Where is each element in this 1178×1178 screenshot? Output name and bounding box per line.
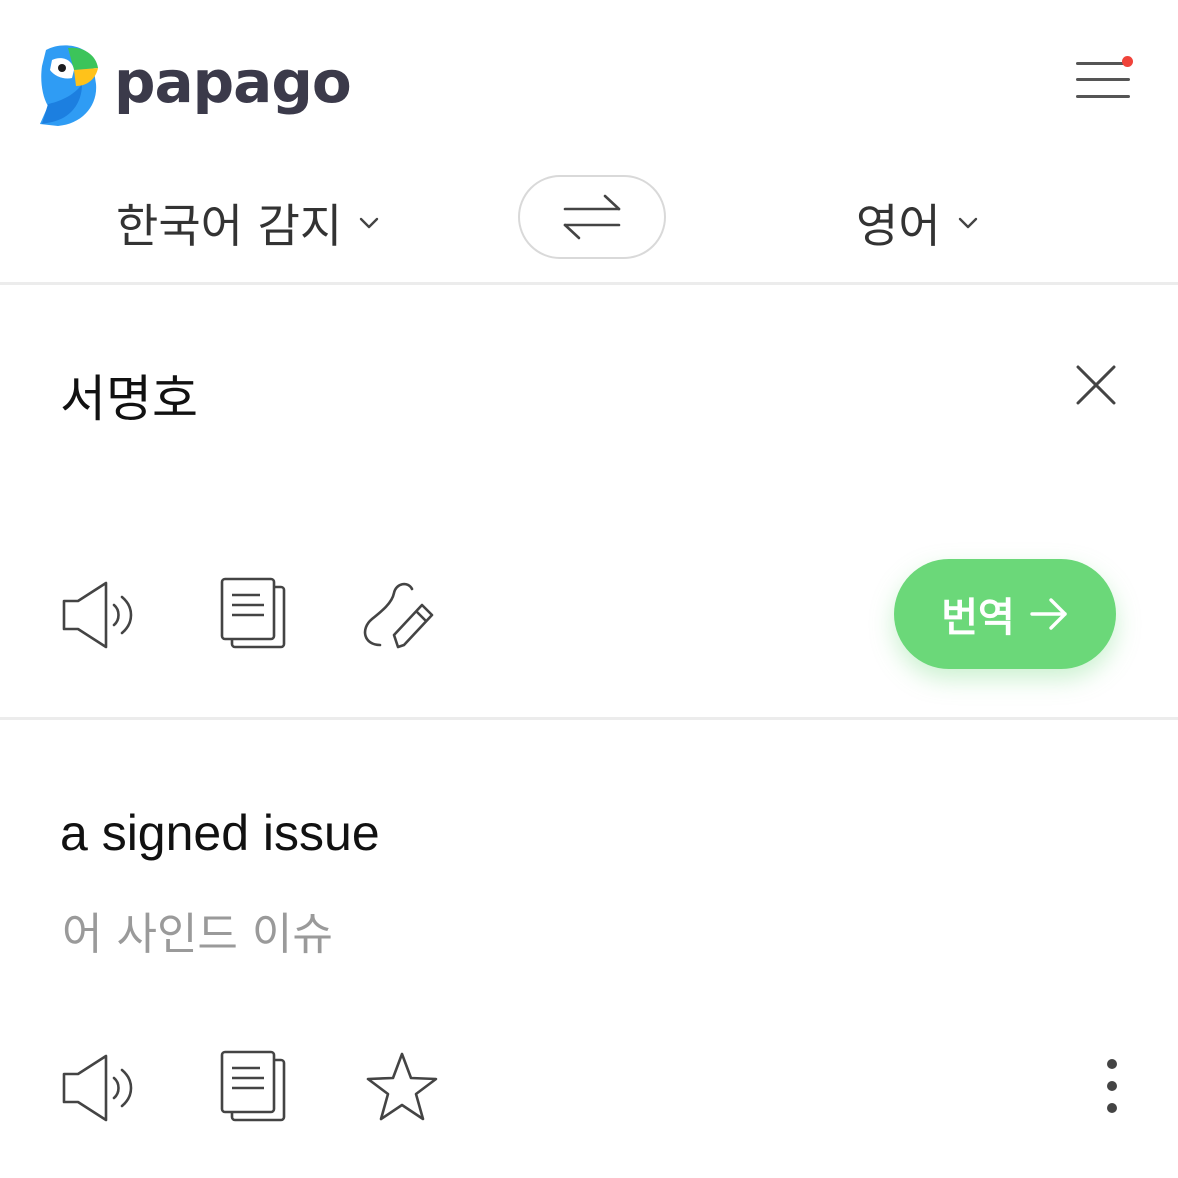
translate-button[interactable]: 번역 <box>894 559 1116 669</box>
target-language-select[interactable]: 영어 <box>856 190 979 256</box>
arrow-right-icon <box>1030 598 1067 630</box>
result-listen-button[interactable] <box>60 1048 140 1128</box>
papago-parrot-icon <box>40 45 98 126</box>
source-copy-button[interactable] <box>214 575 294 655</box>
chevron-down-icon <box>958 217 977 229</box>
notification-dot <box>1122 56 1133 67</box>
chevron-down-icon <box>360 217 379 229</box>
source-language-select[interactable]: 한국어 감지 <box>116 190 380 256</box>
pronunciation-text: 어 사인드 이슈 <box>62 909 333 960</box>
swap-arrows-icon <box>563 194 621 240</box>
result-panel: a signed issue 어 사인드 이슈 <box>0 720 1178 1178</box>
speaker-icon <box>62 1054 133 1122</box>
source-language-label: 한국어 감지 <box>116 199 343 253</box>
clear-button[interactable] <box>1068 357 1124 413</box>
more-vertical-icon <box>1107 1059 1117 1113</box>
brand-name: papago <box>114 48 352 116</box>
close-icon <box>1076 365 1116 405</box>
papago-logo[interactable]: papago <box>38 44 352 126</box>
copy-icon <box>220 577 286 649</box>
target-language-label: 영어 <box>856 199 941 253</box>
favorite-button[interactable] <box>362 1048 442 1128</box>
copy-icon <box>220 1050 286 1122</box>
menu-button[interactable] <box>1070 52 1140 108</box>
more-options-button[interactable] <box>1090 1056 1134 1120</box>
handwriting-button[interactable] <box>358 575 438 655</box>
handwriting-pen-icon <box>363 582 434 649</box>
star-icon <box>366 1052 438 1121</box>
source-listen-button[interactable] <box>60 575 140 655</box>
source-panel: 서명호 번역 <box>0 285 1178 720</box>
swap-languages-button[interactable] <box>518 175 666 259</box>
translated-text: a signed issue <box>60 805 380 861</box>
speaker-icon <box>62 581 133 649</box>
language-bar: 한국어 감지 영어 <box>0 160 1178 285</box>
translate-button-label: 번역 <box>941 595 1015 641</box>
result-copy-button[interactable] <box>214 1048 294 1128</box>
source-text-input[interactable]: 서명호 <box>60 359 198 431</box>
app-header: papago <box>0 0 1178 160</box>
